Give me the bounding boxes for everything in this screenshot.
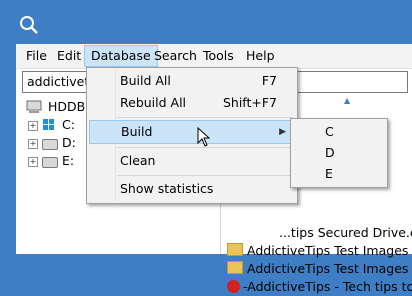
list-item[interactable]: ...tips Secured Drive.enc xyxy=(279,224,412,242)
expand-icon[interactable]: + xyxy=(28,121,38,131)
show-statistics-item[interactable]: Show statistics xyxy=(89,178,295,200)
bug-icon xyxy=(227,280,240,293)
menu-file[interactable]: File xyxy=(20,46,53,66)
menu-tools[interactable]: Tools xyxy=(197,46,240,66)
submenu-arrow-icon: ▶ xyxy=(279,127,286,137)
tree-drive-label: C: xyxy=(62,117,75,132)
build-drive-e-item[interactable]: E xyxy=(325,164,333,184)
list-item[interactable]: -AddictiveTips - Tech tips to ma xyxy=(227,278,412,296)
menu-separator xyxy=(117,147,293,148)
build-drive-d-item[interactable]: D xyxy=(325,143,335,163)
tree-drive-label: E: xyxy=(62,153,75,168)
build-all-item[interactable]: Build All F7 xyxy=(89,70,295,92)
drive-icon xyxy=(42,157,58,168)
list-item[interactable]: AddictiveTips Test Images 2 xyxy=(227,260,412,278)
database-menu: Build All F7 Rebuild All Shift+F7 Build … xyxy=(86,67,298,204)
expand-icon[interactable]: + xyxy=(28,157,38,167)
drive-icon xyxy=(42,139,58,150)
folder-icon xyxy=(227,261,243,274)
expand-icon[interactable]: + xyxy=(28,139,38,149)
submenu-item-label: D xyxy=(325,145,335,160)
rebuild-all-item[interactable]: Rebuild All Shift+F7 xyxy=(89,92,295,114)
build-item[interactable]: Build ▶ xyxy=(89,120,297,144)
menu-separator xyxy=(117,117,293,118)
list-item-label: AddictiveTips Test Images 2 xyxy=(247,261,412,276)
windows-drive-icon xyxy=(43,119,54,130)
folder-icon xyxy=(227,243,243,256)
build-submenu: C D E xyxy=(290,118,388,188)
build-all-shortcut: F7 xyxy=(261,73,277,88)
menu-search[interactable]: Search xyxy=(148,46,203,66)
list-item-label: AddictiveTips Test Images xyxy=(247,243,409,258)
menu-help[interactable]: Help xyxy=(240,46,281,66)
menu-edit[interactable]: Edit xyxy=(51,46,87,66)
rebuild-all-label: Rebuild All xyxy=(120,95,187,110)
menu-database[interactable]: Database xyxy=(84,45,158,67)
show-statistics-label: Show statistics xyxy=(120,181,214,196)
list-item-label: ...tips Secured Drive.enc xyxy=(279,225,412,240)
build-drive-c-item[interactable]: C xyxy=(325,122,334,142)
clean-label: Clean xyxy=(120,153,156,168)
tree-drive-label: D: xyxy=(62,135,76,150)
clean-item[interactable]: Clean xyxy=(89,150,295,172)
menu-bar: File Edit Database Search Tools Help xyxy=(16,44,412,69)
app-search-icon xyxy=(20,16,38,34)
submenu-item-label: C xyxy=(325,124,334,139)
list-item-label: -AddictiveTips - Tech tips to ma xyxy=(243,279,412,294)
list-item[interactable]: AddictiveTips Test Images xyxy=(227,242,412,260)
tree-root-label: HDDB xyxy=(48,99,86,114)
submenu-item-label: E xyxy=(325,166,333,181)
title-bar xyxy=(0,0,412,44)
build-all-label: Build All xyxy=(120,73,171,88)
rebuild-all-shortcut: Shift+F7 xyxy=(222,95,277,110)
menu-separator xyxy=(117,175,293,176)
mouse-cursor-icon xyxy=(197,127,211,147)
computer-icon xyxy=(26,100,42,113)
sort-arrow-icon: ▲ xyxy=(344,96,351,105)
build-label: Build xyxy=(121,124,153,139)
